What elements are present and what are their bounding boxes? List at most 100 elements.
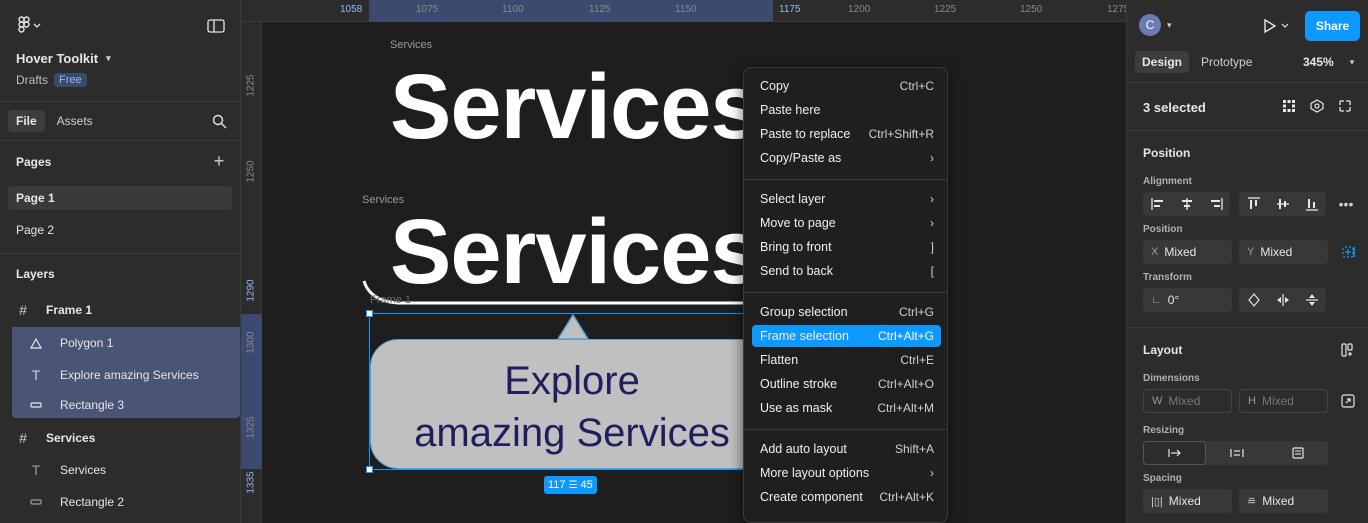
share-button[interactable]: Share [1305, 11, 1360, 41]
x-position-field[interactable]: X Mixed [1143, 240, 1232, 264]
add-page-icon[interactable]: + [210, 151, 228, 171]
more-icon[interactable]: ••• [1337, 196, 1355, 212]
frame-label[interactable]: Services [390, 39, 432, 51]
layout-section-title: Layout [1143, 343, 1183, 357]
resize-handle[interactable] [366, 466, 373, 473]
present-button[interactable] [1259, 16, 1293, 36]
play-icon [1264, 18, 1289, 34]
spacing-v-value: Mixed [1262, 494, 1295, 508]
y-position-field[interactable]: Y Mixed [1239, 240, 1328, 264]
layer-label: Frame 1 [46, 303, 93, 317]
height-field[interactable]: H Mixed [1239, 389, 1328, 413]
rotation-field[interactable]: ∟ 0° [1143, 288, 1232, 312]
services-underline-shape[interactable] [358, 273, 758, 313]
horizontal-spacing-field[interactable]: |▯| Mixed [1143, 489, 1232, 513]
menu-item-paste-to-replace[interactable]: Paste to replace Ctrl+Shift+R [752, 123, 941, 145]
toggle-sidebar-icon[interactable] [204, 16, 228, 36]
layer-polygon-1[interactable]: Polygon 1 [12, 327, 240, 359]
align-left-icon[interactable] [1143, 192, 1172, 216]
left-ruler: 1225 1250 1290 1300 1325 1335 [241, 22, 262, 523]
menu-item-paste-here[interactable]: Paste here [752, 99, 941, 121]
context-menu: Copy Ctrl+C Paste here Paste to replace Ct… [743, 67, 948, 523]
h-placeholder: Mixed [1261, 394, 1294, 408]
menu-item-flatten[interactable]: Flatten Ctrl+E [752, 349, 941, 371]
services-heading[interactable]: Services [390, 61, 762, 153]
spacing-h-value: Mixed [1168, 494, 1201, 508]
ruler-tick: 1200 [848, 4, 871, 15]
frame-label[interactable]: Frame 1 [370, 294, 411, 306]
transform-group [1239, 288, 1326, 312]
selection-count: 3 selected [1143, 100, 1206, 115]
menu-item-label: Paste here [760, 103, 821, 117]
tab-assets[interactable]: Assets [51, 110, 99, 132]
text-icon: T [31, 367, 41, 383]
component-icon[interactable] [1309, 98, 1325, 114]
menu-item-group-selection[interactable]: Group selection Ctrl+G [752, 301, 941, 323]
menu-item-move-to-page[interactable]: Move to page › [752, 212, 941, 234]
tab-file[interactable]: File [8, 110, 45, 132]
layer-rectangle-3[interactable]: Rectangle 3 [12, 391, 240, 418]
width-field[interactable]: W Mixed [1143, 389, 1232, 413]
resize-handle[interactable] [366, 310, 373, 317]
auto-layout-icon[interactable] [1339, 341, 1357, 359]
layer-label: Rectangle 2 [60, 495, 125, 509]
menu-item-select-layer[interactable]: Select layer › [752, 188, 941, 210]
menu-item-label: Outline stroke [760, 377, 838, 391]
flip-horizontal-icon[interactable] [1268, 288, 1297, 312]
resize-to-fit-icon[interactable] [1339, 392, 1357, 410]
layer-label: Polygon 1 [60, 336, 114, 350]
account-menu[interactable]: C ▾ [1139, 14, 1172, 36]
layer-services-text[interactable]: T Services [12, 455, 240, 485]
zoom-dropdown[interactable]: 345% ▾ [1303, 55, 1354, 69]
menu-item-copy-paste-as[interactable]: Copy/Paste as › [752, 147, 941, 169]
rotate-icon[interactable] [1239, 288, 1268, 312]
polygon-shape[interactable] [556, 313, 590, 341]
ruler-tick: 1075 [416, 4, 439, 15]
menu-item-add-auto-layout[interactable]: Add auto layout Shift+A [752, 438, 941, 460]
flip-vertical-icon[interactable] [1297, 288, 1326, 312]
size-badge: 117 ☰ 45 [544, 476, 597, 494]
tab-prototype[interactable]: Prototype [1195, 51, 1258, 73]
page-item-1[interactable]: Page 1 [8, 186, 232, 210]
hug-contents-icon[interactable] [1206, 441, 1267, 465]
vertical-spacing-field[interactable]: ≘ Mixed [1239, 489, 1328, 513]
menu-item-copy[interactable]: Copy Ctrl+C [752, 75, 941, 97]
figma-menu-button[interactable] [14, 14, 44, 36]
text-icon: T [31, 462, 41, 478]
fixed-width-icon[interactable] [1143, 441, 1206, 465]
menu-item-shortcut: Ctrl+Shift+R [868, 127, 934, 141]
boolean-icon[interactable] [1337, 98, 1353, 114]
layer-label: Services [60, 463, 107, 477]
align-bottom-icon[interactable] [1297, 192, 1326, 216]
align-center-h-icon[interactable] [1172, 192, 1201, 216]
menu-item-bring-to-front[interactable]: Bring to front] [752, 236, 941, 258]
align-top-icon[interactable] [1239, 192, 1268, 216]
menu-item-use-as-mask[interactable]: Use as mask Ctrl+Alt+M [752, 397, 941, 419]
menu-item-outline-stroke[interactable]: Outline stroke Ctrl+Alt+O [752, 373, 941, 395]
align-right-icon[interactable] [1201, 192, 1230, 216]
tab-design[interactable]: Design [1135, 51, 1190, 73]
spacing-label: Spacing [1143, 473, 1182, 484]
menu-item-send-to-back[interactable]: Send to back [ [752, 260, 941, 282]
rectangle-icon [12, 498, 60, 506]
canvas[interactable]: Services Services Services Services Fram… [262, 23, 1126, 523]
pages-title: Pages [16, 155, 52, 169]
search-icon[interactable] [210, 112, 228, 130]
layer-rectangle-2[interactable]: Rectangle 2 [12, 487, 240, 517]
menu-item-create-component[interactable]: Create component Ctrl+Alt+K [752, 486, 941, 508]
grid-icon[interactable] [1281, 98, 1297, 114]
menu-item-more-layout-options[interactable]: More layout options › [752, 462, 941, 484]
ruler-tick: 1150 [675, 4, 697, 15]
layer-frame-1[interactable]: # Frame 1 [0, 295, 240, 325]
rectangle-icon [12, 401, 60, 409]
align-middle-icon[interactable] [1268, 192, 1297, 216]
h-key: H [1248, 395, 1256, 407]
file-name-dropdown[interactable]: Hover Toolkit ▾ [16, 51, 111, 66]
menu-item-frame-selection[interactable]: Frame selection Ctrl+Alt+G [752, 325, 941, 347]
page-item-2[interactable]: Page 2 [8, 218, 232, 242]
layer-services-frame[interactable]: # Services [0, 423, 240, 453]
menu-item-label: Create component [760, 490, 863, 504]
constraints-icon[interactable] [1339, 243, 1357, 261]
fill-container-icon[interactable] [1267, 441, 1328, 465]
layer-explore-text[interactable]: T Explore amazing Services [12, 359, 240, 391]
